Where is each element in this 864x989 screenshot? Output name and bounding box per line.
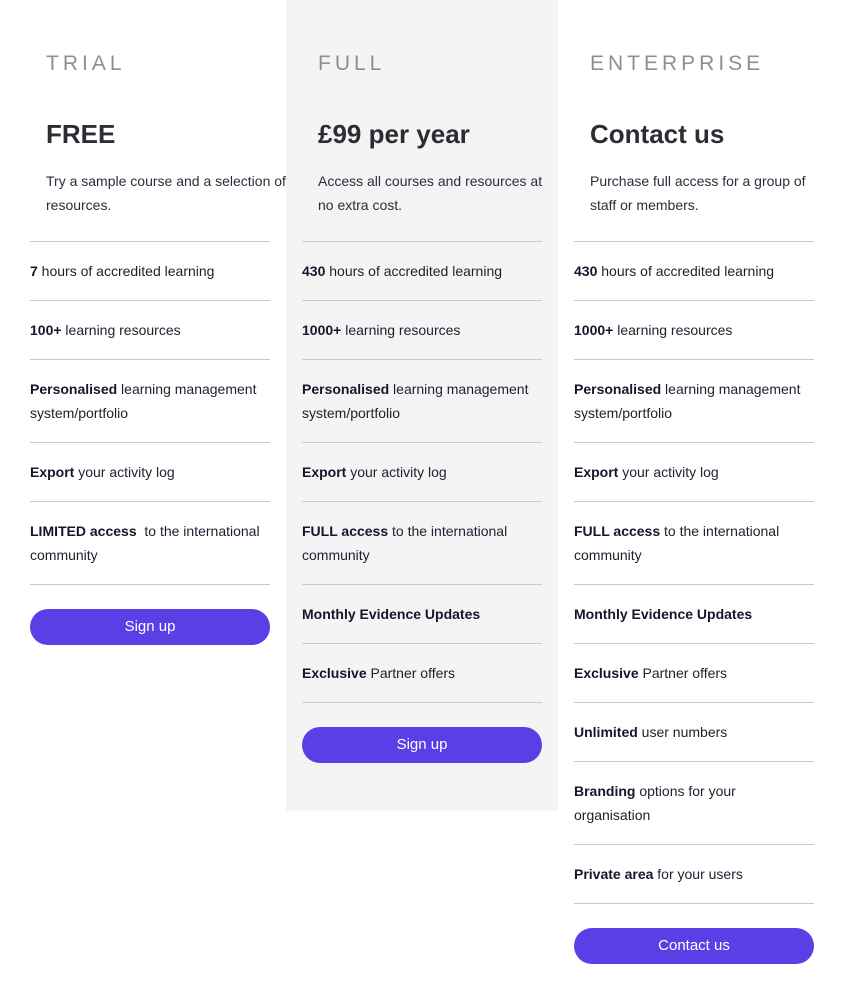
feature-text: hours of accredited learning — [37, 263, 215, 279]
feature-highlight: Exclusive — [302, 665, 367, 681]
feature-item: FULL access to the international communi… — [574, 502, 814, 585]
feature-item: 100+ learning resources — [30, 301, 270, 360]
feature-highlight: Export — [30, 464, 75, 480]
feature-text: your activity log — [618, 464, 719, 480]
feature-item: Export your activity log — [302, 443, 542, 502]
feature-highlight: Exclusive — [574, 665, 639, 681]
feature-highlight: Personalised — [574, 381, 662, 397]
feature-text: hours of accredited learning — [325, 263, 503, 279]
plan-price: Contact us — [590, 119, 725, 149]
feature-text: user numbers — [637, 724, 728, 740]
feature-highlight: Export — [302, 464, 347, 480]
feature-item: Personalised learning management system/… — [574, 360, 814, 443]
plan-column-trial: TRIAL FREE Try a sample course and a sel… — [14, 0, 286, 645]
feature-item: FULL access to the international communi… — [302, 502, 542, 585]
feature-highlight: LIMITED access — [30, 523, 137, 539]
plan-column-full: FULL £99 per year Access all courses and… — [286, 0, 558, 811]
feature-list: 7 hours of accredited learning 100+ lear… — [30, 241, 270, 585]
plan-price: FREE — [46, 119, 116, 149]
feature-highlight: 430 — [574, 263, 598, 279]
feature-highlight: FULL access — [574, 523, 661, 539]
feature-item: Branding options for your organisation — [574, 762, 814, 845]
feature-item: Private area for your users — [574, 845, 814, 904]
feature-item: Personalised learning management system/… — [30, 360, 270, 443]
feature-highlight: Personalised — [302, 381, 390, 397]
plan-description: Try a sample course and a selection of r… — [46, 173, 286, 213]
feature-highlight: Personalised — [30, 381, 118, 397]
feature-text: Partner offers — [638, 665, 728, 681]
feature-text: for your users — [653, 866, 743, 882]
feature-highlight: Monthly Evidence Updates — [574, 606, 753, 622]
feature-text: hours of accredited learning — [597, 263, 775, 279]
feature-highlight: Export — [574, 464, 619, 480]
feature-item: Unlimited user numbers — [574, 703, 814, 762]
plan-column-enterprise: ENTERPRISE Contact us Purchase full acce… — [558, 0, 830, 964]
contact-us-button[interactable]: Contact us — [574, 928, 814, 964]
plan-tier-label: TRIAL — [46, 52, 126, 75]
feature-highlight: Unlimited — [574, 724, 638, 740]
sign-up-button[interactable]: Sign up — [30, 609, 270, 645]
feature-text: your activity log — [74, 464, 175, 480]
feature-item: Exclusive Partner offers — [574, 644, 814, 703]
sign-up-button[interactable]: Sign up — [302, 727, 542, 763]
plan-price: £99 per year — [318, 119, 470, 149]
feature-highlight: FULL access — [302, 523, 389, 539]
feature-item: LIMITED access to the international comm… — [30, 502, 270, 585]
feature-item: Personalised learning management system/… — [302, 360, 542, 443]
feature-item: Monthly Evidence Updates — [574, 585, 814, 644]
feature-item: 430 hours of accredited learning — [302, 242, 542, 301]
feature-item: Export your activity log — [574, 443, 814, 502]
feature-list: 430 hours of accredited learning 1000+ l… — [302, 241, 542, 703]
feature-highlight: 100+ — [30, 322, 62, 338]
feature-highlight: 1000+ — [302, 322, 342, 338]
feature-item: Exclusive Partner offers — [302, 644, 542, 703]
plan-description: Access all courses and resources at no e… — [318, 173, 543, 213]
feature-text: learning resources — [61, 322, 181, 338]
feature-item: 1000+ learning resources — [574, 301, 814, 360]
feature-item: 7 hours of accredited learning — [30, 242, 270, 301]
feature-text: your activity log — [346, 464, 447, 480]
plan-tier-label: ENTERPRISE — [590, 52, 765, 75]
feature-text: Partner offers — [366, 665, 456, 681]
feature-highlight: Private area — [574, 866, 654, 882]
feature-text: learning resources — [613, 322, 733, 338]
feature-text: learning resources — [341, 322, 461, 338]
feature-item: Export your activity log — [30, 443, 270, 502]
feature-highlight: 430 — [302, 263, 326, 279]
feature-item: Monthly Evidence Updates — [302, 585, 542, 644]
feature-highlight: Branding — [574, 783, 636, 799]
feature-highlight: 1000+ — [574, 322, 614, 338]
feature-highlight: 7 — [30, 263, 38, 279]
feature-highlight: Monthly Evidence Updates — [302, 606, 481, 622]
feature-list: 430 hours of accredited learning 1000+ l… — [574, 241, 814, 904]
feature-item: 1000+ learning resources — [302, 301, 542, 360]
plan-tier-label: FULL — [318, 52, 386, 75]
feature-item: 430 hours of accredited learning — [574, 242, 814, 301]
plan-description: Purchase full access for a group of staf… — [590, 173, 806, 213]
